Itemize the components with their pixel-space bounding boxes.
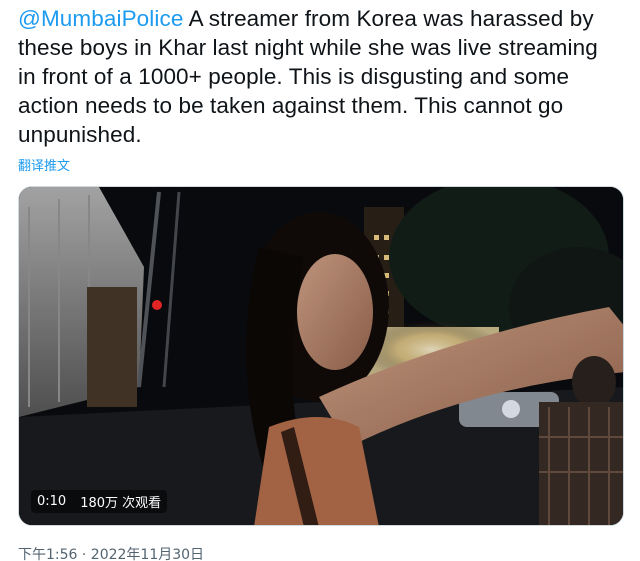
video-player[interactable]: 0:10 180万 次观看: [18, 186, 624, 526]
tweet-text: @MumbaiPolice A streamer from Korea was …: [18, 4, 618, 149]
video-view-count: 180万 次观看: [80, 496, 162, 511]
translate-tweet-link[interactable]: 翻译推文: [18, 155, 70, 174]
tweet-timestamp[interactable]: 下午1:56 · 2022年11月30日: [18, 544, 204, 561]
tweet: @MumbaiPolice A streamer from Korea was …: [0, 0, 640, 561]
video-frame: [19, 187, 623, 525]
video-duration: 0:10: [37, 494, 67, 509]
video-meta-overlay: 0:10 180万 次观看: [31, 490, 168, 513]
mention-link[interactable]: @MumbaiPolice: [18, 6, 183, 31]
